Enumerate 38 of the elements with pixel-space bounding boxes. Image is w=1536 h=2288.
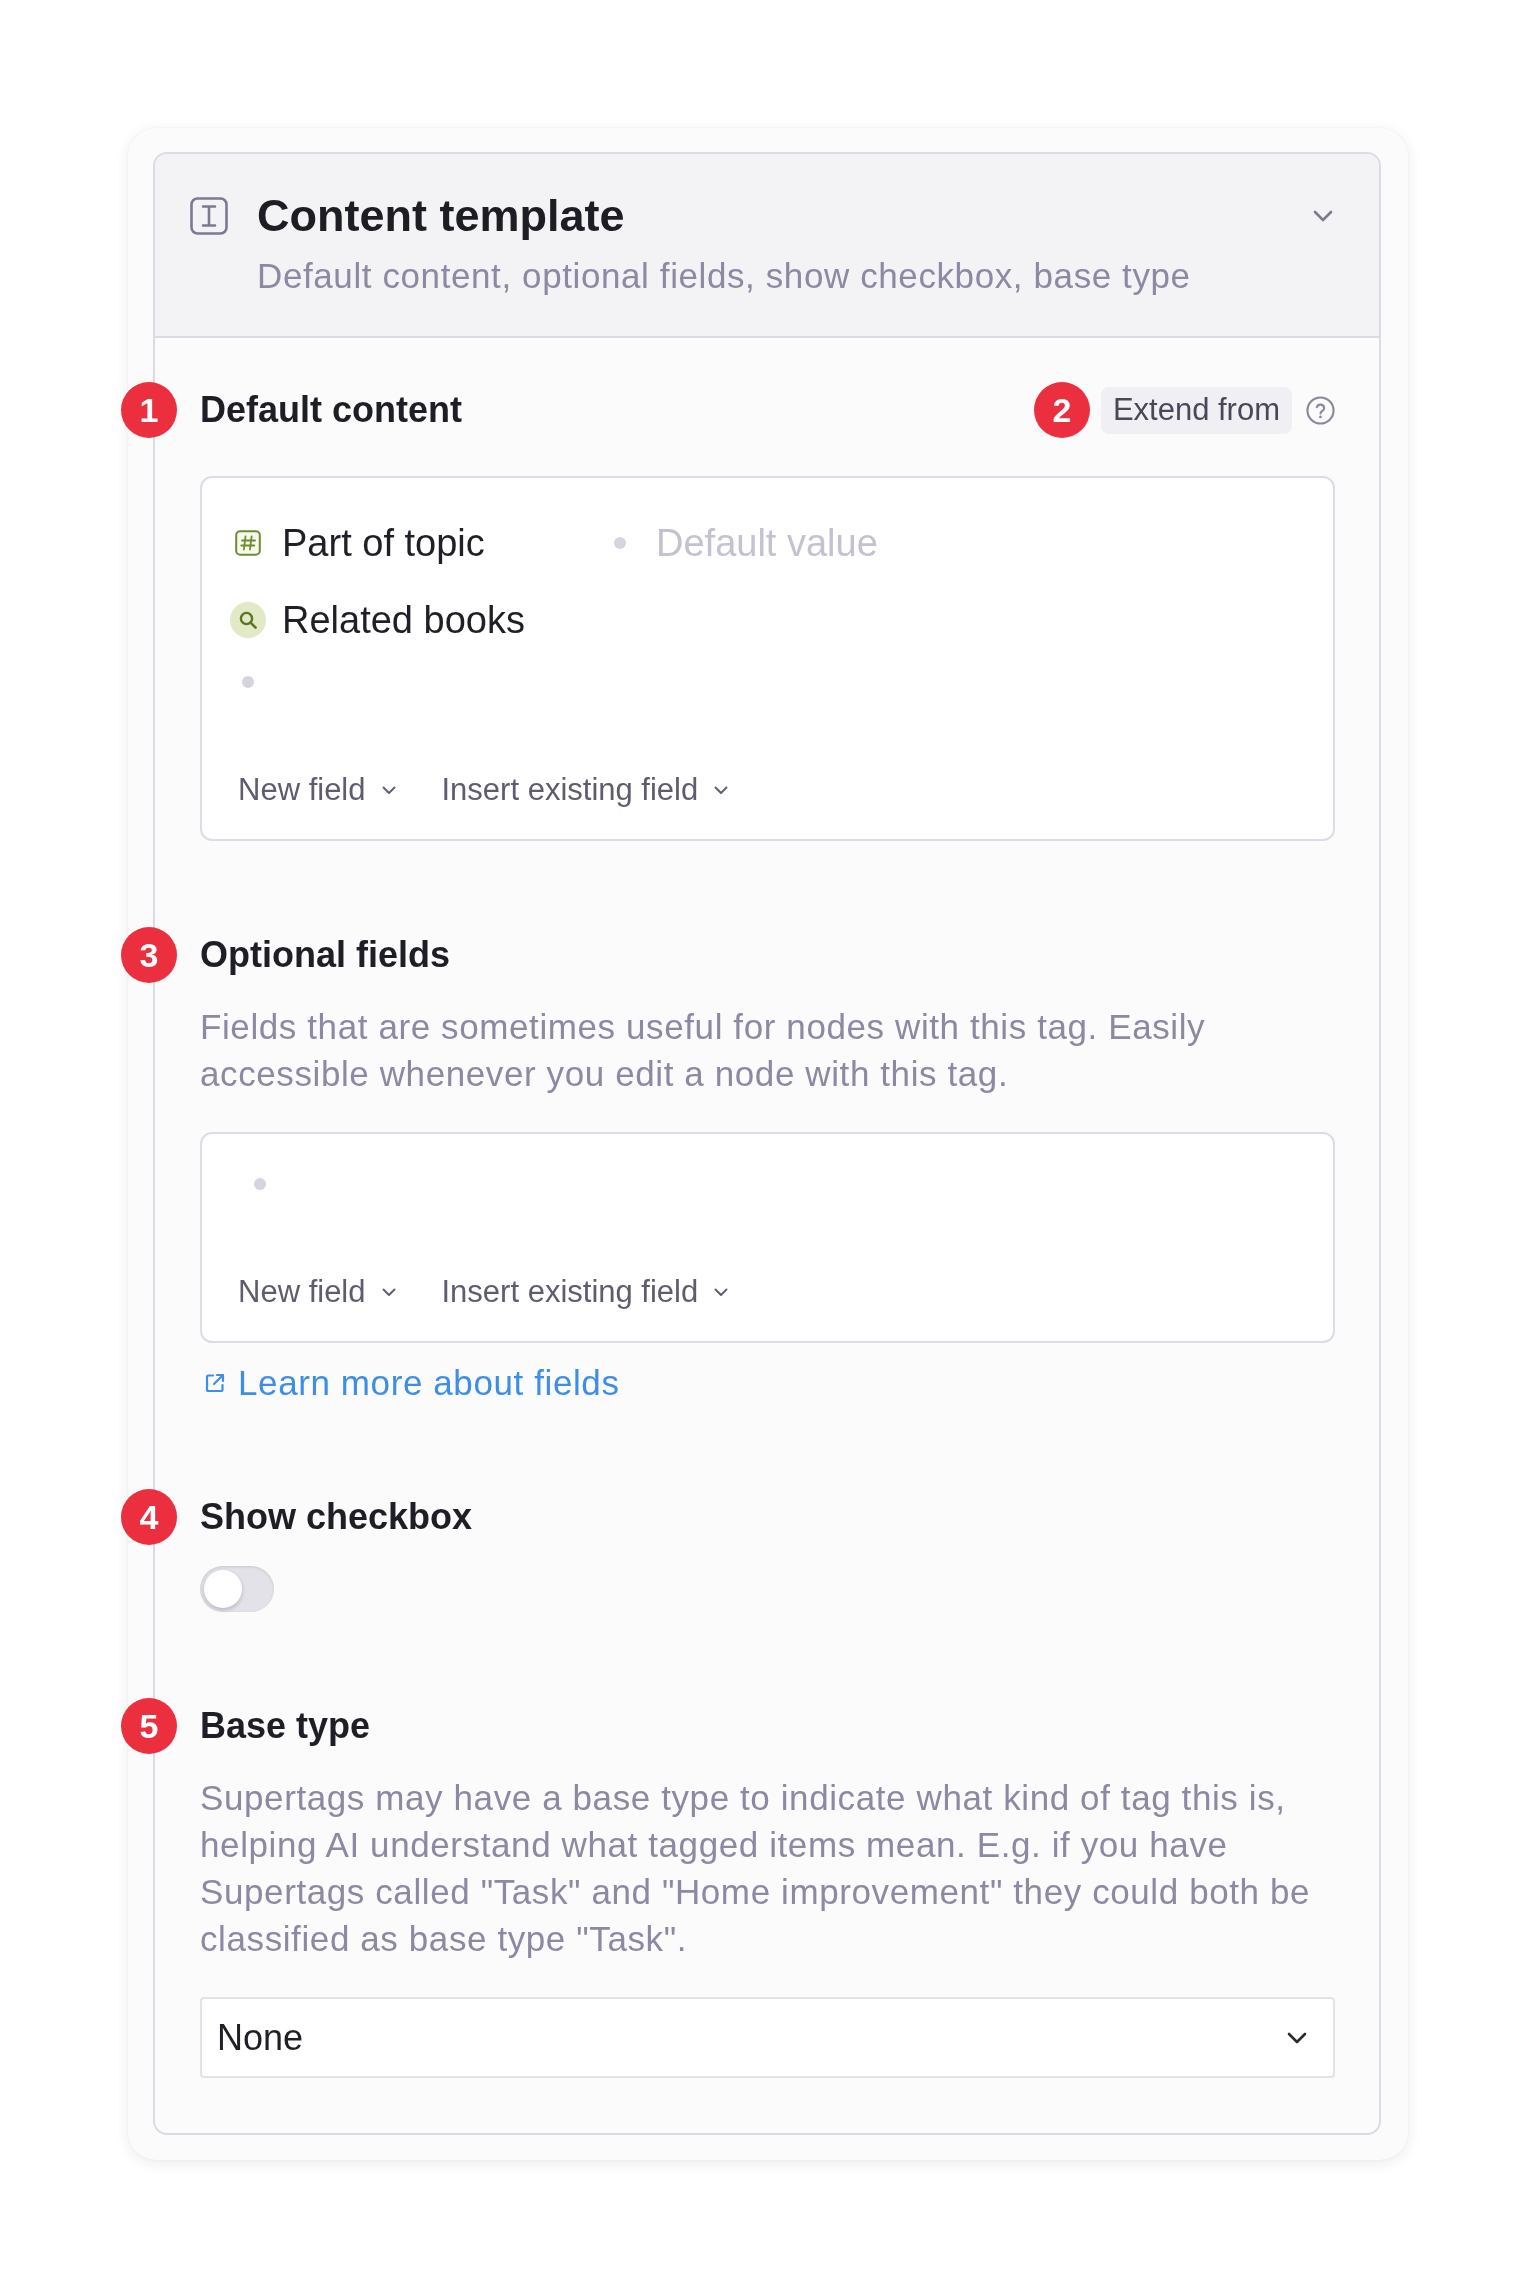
chevron-down-icon: [381, 785, 396, 795]
section-description: Supertags may have a base type to indicate what kind of tag this is, helping AI understand what tagged items mean. E.g. if you have Supertags called "Task" and "Home improvement" they could both be classified as base type "Task".: [200, 1777, 1312, 1960]
step-marker: 1: [121, 382, 177, 438]
step-marker: 5: [121, 1698, 177, 1754]
bullet-icon[interactable]: [254, 1178, 266, 1190]
chevron-down-icon[interactable]: [1313, 210, 1333, 222]
toggle-switch[interactable]: [200, 1566, 274, 1612]
step-marker: 3: [121, 927, 177, 983]
section-heading: Show checkbox: [200, 1495, 473, 1539]
bullet-icon[interactable]: [242, 676, 254, 688]
step-marker: 4: [121, 1489, 177, 1545]
learn-more-link[interactable]: Learn more about fields: [204, 1363, 620, 1403]
base-type-select[interactable]: None: [200, 1997, 1335, 2078]
field-menu-button[interactable]: Insert existing field: [433, 1272, 737, 1312]
field-name[interactable]: Related books: [282, 594, 602, 646]
search-icon: [230, 602, 266, 638]
text-cursor-icon: [190, 197, 228, 235]
chevron-down-icon: [714, 1287, 729, 1297]
extend-from-button[interactable]: Extend from: [1100, 386, 1292, 434]
default-value-field[interactable]: Default value: [656, 517, 956, 569]
help-icon[interactable]: [1306, 395, 1335, 425]
chevron-down-icon: [381, 1287, 396, 1297]
section-heading: Base type: [200, 1704, 371, 1748]
step-marker: 2: [1033, 382, 1090, 438]
field-name[interactable]: Part of topic: [282, 517, 602, 569]
hash-icon: [235, 530, 261, 556]
chevron-down-icon: [714, 785, 729, 795]
section-heading: Optional fields: [200, 933, 450, 977]
field-menu-button[interactable]: New field: [230, 1272, 404, 1312]
panel-title: Content template: [257, 190, 626, 242]
section-description: Fields that are sometimes useful for nodes with this tag. Easily accessible whenever you edit a node with this tag.: [200, 1006, 1207, 1095]
panel-subtitle: Default content, optional fields, show checkbox, base type: [257, 256, 1192, 296]
field-menu-button[interactable]: New field: [230, 770, 404, 810]
bullet-icon: [614, 537, 626, 549]
section-heading: Default content: [200, 388, 462, 432]
field-menu-button[interactable]: Insert existing field: [433, 770, 737, 810]
external-link-icon: [204, 1372, 226, 1394]
chevron-down-icon: [1287, 2031, 1307, 2044]
